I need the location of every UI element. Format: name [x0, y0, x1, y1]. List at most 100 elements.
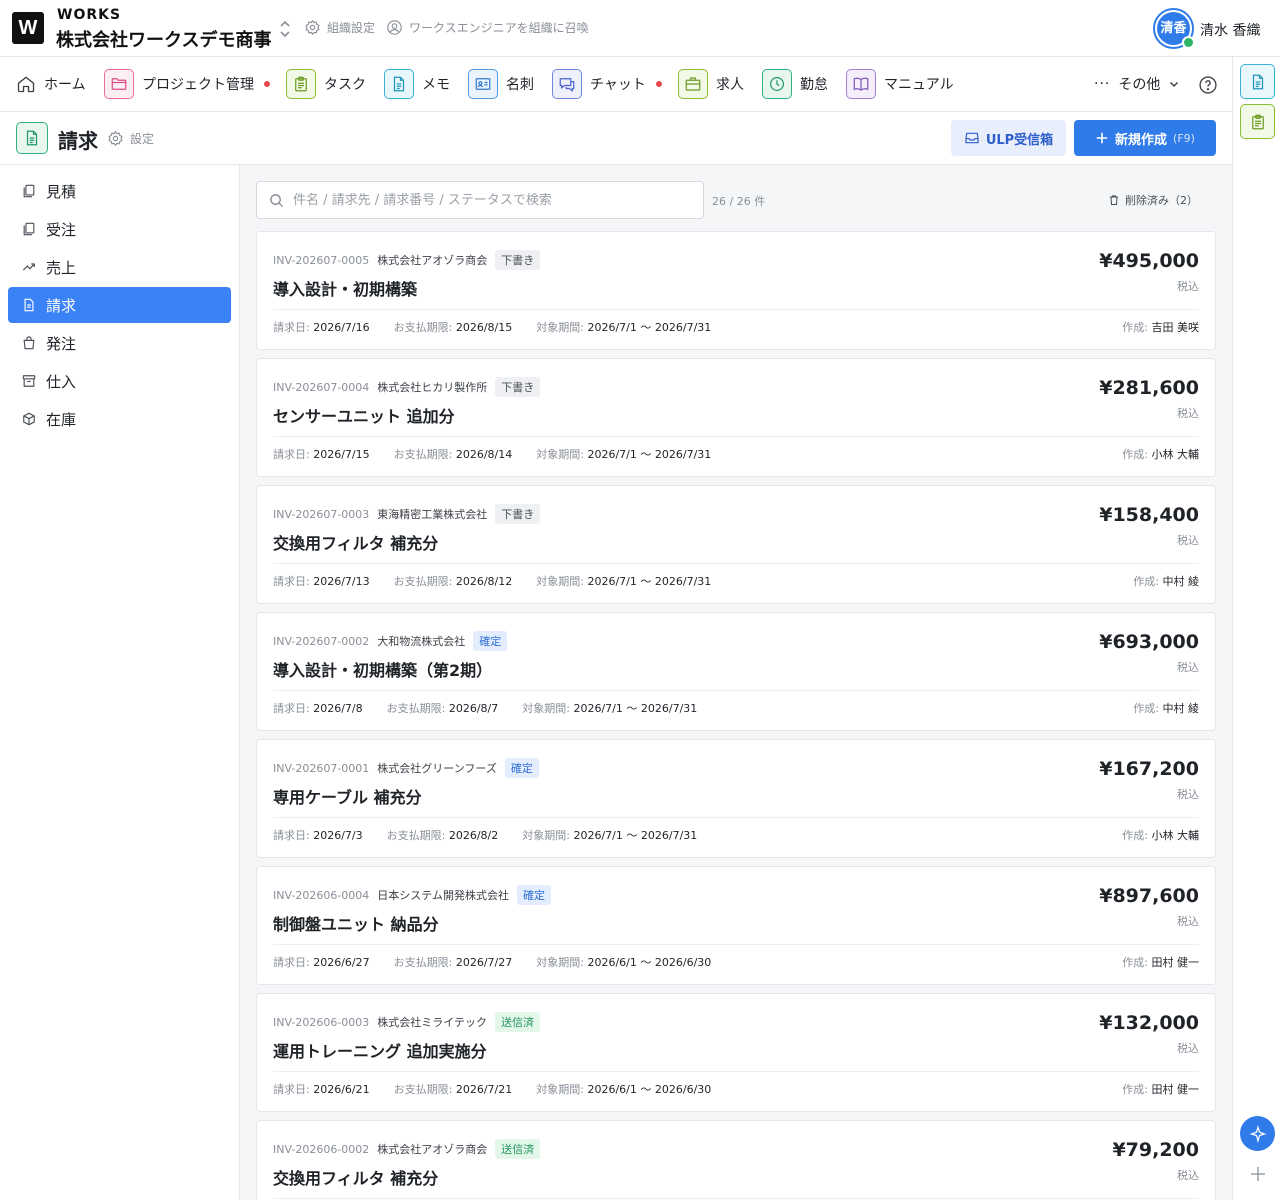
- nav-label-manual: マニュアル: [884, 77, 954, 93]
- nav-label-task: タスク: [324, 77, 366, 93]
- deleted-items-link[interactable]: 削除済み（2）: [1108, 192, 1198, 208]
- period-label: 対象期間:: [536, 1083, 584, 1096]
- client-name: 日本システム開発株式会社: [377, 889, 509, 902]
- period-label: 対象期間:: [522, 829, 570, 842]
- status-badge: 確定: [473, 631, 508, 651]
- nav-label-memo: メモ: [422, 77, 450, 93]
- author-label: 作成:: [1122, 448, 1148, 461]
- client-name: 株式会社ヒカリ製作所: [377, 381, 488, 394]
- invoice-amount: ¥79,200: [1112, 1139, 1199, 1161]
- org-settings-label: 組織設定: [327, 21, 376, 35]
- invoice-title: 導入設計・初期構築（第2期）: [273, 661, 493, 680]
- org-name[interactable]: 株式会社ワークスデモ商事: [56, 26, 271, 52]
- tax-included-label: 税込: [1177, 788, 1199, 801]
- invoice-card[interactable]: INV-202606-0002 株式会社アオゾラ商会 送信済 交換用フィルタ 補…: [256, 1120, 1216, 1200]
- nav-item-project[interactable]: プロジェクト管理: [104, 69, 270, 99]
- works-logo[interactable]: W: [12, 12, 44, 44]
- user-circle-icon: [387, 20, 402, 35]
- period-label: 対象期間:: [522, 702, 570, 715]
- invoice-number: INV-202607-0005: [273, 253, 370, 267]
- nav-item-memo[interactable]: メモ: [384, 69, 450, 99]
- invite-label: ワークスエンジニアを組織に召喚: [409, 21, 589, 35]
- brand-name: WORKS: [57, 7, 122, 23]
- period-label: 対象期間:: [536, 575, 584, 588]
- sidebar-item-purchase-order[interactable]: 発注: [8, 325, 231, 361]
- ai-assistant-button[interactable]: [1240, 1116, 1275, 1151]
- invoice-card[interactable]: INV-202607-0004 株式会社ヒカリ製作所 下書き センサーユニット …: [256, 358, 1216, 477]
- sidebar-item-inventory[interactable]: 在庫: [8, 401, 231, 437]
- author-name: 小林 大輔: [1151, 829, 1200, 842]
- author-name: 中村 綾: [1162, 575, 1200, 588]
- due-date: 2026/8/14: [455, 448, 513, 461]
- author-name: 田村 健一: [1151, 1083, 1200, 1096]
- nav-item-chat[interactable]: チャット: [552, 69, 662, 99]
- nav-item-business-card[interactable]: 名刺: [468, 69, 534, 99]
- card-divider: [273, 690, 1199, 691]
- page-settings-link[interactable]: 設定: [107, 130, 154, 147]
- clipboard-icon: [286, 69, 316, 99]
- invoice-title: センサーユニット 追加分: [273, 407, 455, 426]
- invoice-date-label: 請求日:: [273, 956, 310, 969]
- card-divider: [273, 309, 1199, 310]
- nav-more-menu[interactable]: ··· その他: [1094, 69, 1180, 99]
- invoice-number: INV-202607-0002: [273, 634, 370, 648]
- due-date-label: お支払期限:: [393, 1083, 453, 1096]
- ulp-inbox-button[interactable]: ULP受信箱: [951, 120, 1066, 156]
- search-input[interactable]: [293, 192, 683, 208]
- sidebar-item-sales[interactable]: 売上: [8, 249, 231, 285]
- sidebar-item-order[interactable]: 受注: [8, 211, 231, 247]
- due-date: 2026/7/27: [455, 956, 513, 969]
- period-label: 対象期間:: [536, 321, 584, 334]
- user-name[interactable]: 清水 香織: [1200, 20, 1260, 40]
- new-invoice-button[interactable]: 新規作成 (F9): [1074, 120, 1216, 156]
- rail-task-button[interactable]: [1240, 104, 1275, 139]
- sidebar-item-invoice[interactable]: 請求: [8, 287, 231, 323]
- author-label: 作成:: [1122, 829, 1148, 842]
- clock-icon: [762, 69, 792, 99]
- nav-label-business-card: 名刺: [506, 77, 534, 93]
- due-date-label: お支払期限:: [393, 448, 453, 461]
- invoice-card[interactable]: INV-202607-0002 大和物流株式会社 確定 導入設計・初期構築（第2…: [256, 612, 1216, 731]
- rail-memo-button[interactable]: [1240, 64, 1275, 99]
- invoice-amount: ¥495,000: [1099, 250, 1199, 272]
- invoice-date-label: 請求日:: [273, 448, 310, 461]
- cube-icon: [23, 412, 35, 426]
- add-icon[interactable]: [1249, 1165, 1267, 1183]
- nav-item-home[interactable]: ホーム: [16, 69, 86, 99]
- trend-up-icon: [22, 263, 35, 271]
- invoice-number: INV-202607-0001: [273, 761, 370, 775]
- nav-item-task[interactable]: タスク: [286, 69, 366, 99]
- search-box: [256, 181, 704, 219]
- invoice-card[interactable]: INV-202606-0003 株式会社ミライテック 送信済 運用トレーニング …: [256, 993, 1216, 1112]
- invoice-card[interactable]: INV-202606-0004 日本システム開発株式会社 確定 制御盤ユニット …: [256, 866, 1216, 985]
- status-badge: 確定: [516, 885, 551, 905]
- invoice-card[interactable]: INV-202607-0005 株式会社アオゾラ商会 下書き 導入設計・初期構築…: [256, 231, 1216, 350]
- page-settings-label: 設定: [130, 132, 155, 146]
- invoice-amount: ¥132,000: [1099, 1012, 1199, 1034]
- more-dots-icon: ···: [1094, 76, 1111, 92]
- nav-item-attendance[interactable]: 勤怠: [762, 69, 828, 99]
- invoice-date-label: 請求日:: [273, 702, 310, 715]
- sidebar-label-sales: 売上: [46, 258, 77, 277]
- invoice-date: 2026/7/8: [313, 702, 363, 715]
- card-divider: [273, 817, 1199, 818]
- sidebar-item-purchase[interactable]: 仕入: [8, 363, 231, 399]
- invite-engineer-link[interactable]: ワークスエンジニアを組織に召喚: [386, 19, 589, 36]
- billing-period: 2026/7/1 〜 2026/7/31: [587, 321, 712, 334]
- sidebar-item-estimate[interactable]: 見積: [8, 173, 231, 209]
- sidebar-label-estimate: 見積: [46, 182, 77, 201]
- chevron-up-down-icon[interactable]: [277, 20, 293, 38]
- invoice-amount: ¥167,200: [1099, 758, 1199, 780]
- help-icon[interactable]: [1198, 75, 1218, 95]
- nav-item-manual[interactable]: マニュアル: [846, 69, 954, 99]
- invoice-card[interactable]: INV-202607-0003 東海精密工業株式会社 下書き 交換用フィルタ 補…: [256, 485, 1216, 604]
- invoice-amount: ¥281,600: [1099, 377, 1199, 399]
- inbox-icon: [965, 132, 979, 144]
- due-date-label: お支払期限:: [386, 829, 446, 842]
- chat-bubble-icon: [552, 69, 582, 99]
- invoice-card[interactable]: INV-202607-0001 株式会社グリーンフーズ 確定 専用ケーブル 補充…: [256, 739, 1216, 858]
- org-settings-link[interactable]: 組織設定: [304, 19, 375, 36]
- nav-item-recruit[interactable]: 求人: [678, 69, 744, 99]
- sidebar: 見積 受注 売上 請求 発注 仕入 在庫: [0, 165, 240, 1200]
- invoice-amount: ¥158,400: [1099, 504, 1199, 526]
